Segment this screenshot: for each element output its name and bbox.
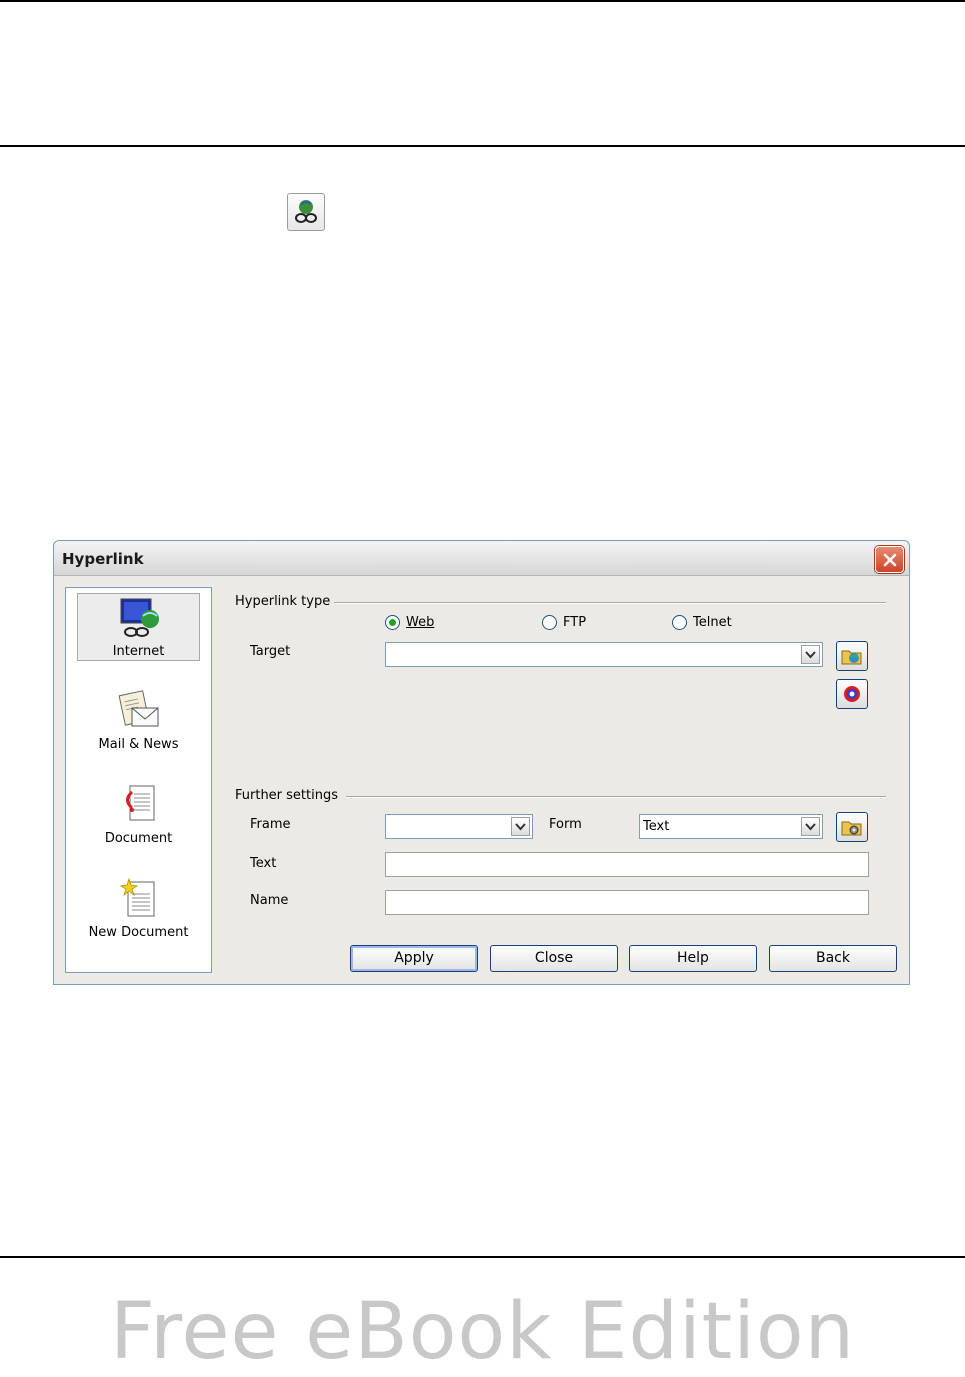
radio-circle bbox=[672, 615, 687, 630]
frame-label: Frame bbox=[250, 817, 291, 832]
radio-label: Telnet bbox=[693, 615, 732, 630]
hyperlink-type-heading: Hyperlink type bbox=[235, 594, 331, 609]
hyperlink-toolbar-icon[interactable] bbox=[287, 193, 325, 231]
category-mail-news[interactable]: Mail & News bbox=[77, 687, 200, 755]
folder-globe-icon bbox=[841, 650, 862, 665]
target-combobox[interactable] bbox=[385, 642, 823, 667]
section-divider bbox=[334, 602, 886, 604]
chevron-down-icon[interactable] bbox=[801, 817, 820, 836]
header-rule bbox=[0, 145, 965, 147]
radio-telnet[interactable]: Telnet bbox=[672, 615, 732, 630]
dialog-title: Hyperlink bbox=[62, 550, 144, 568]
radio-ftp[interactable]: FTP bbox=[542, 615, 586, 630]
open-file-button[interactable] bbox=[836, 641, 868, 671]
dialog-titlebar: Hyperlink bbox=[54, 541, 909, 576]
chevron-down-icon[interactable] bbox=[801, 645, 820, 664]
text-label: Text bbox=[250, 856, 277, 871]
close-button[interactable]: Close bbox=[490, 945, 618, 972]
form-value: Text bbox=[643, 819, 670, 834]
frame-combobox[interactable] bbox=[385, 814, 533, 839]
category-new-document[interactable]: New Document bbox=[77, 875, 200, 943]
target-icon bbox=[844, 686, 860, 702]
radio-label: FTP bbox=[563, 615, 587, 630]
help-button[interactable]: Help bbox=[629, 945, 757, 972]
section-divider bbox=[346, 796, 886, 798]
category-document[interactable]: Document bbox=[77, 781, 200, 849]
events-button[interactable] bbox=[836, 812, 868, 842]
name-label: Name bbox=[250, 893, 289, 908]
top-rule bbox=[0, 0, 965, 2]
watermark-text: Free eBook Edition bbox=[109, 1287, 856, 1377]
category-label: Mail & News bbox=[98, 737, 179, 752]
chevron-down-icon[interactable] bbox=[511, 817, 530, 836]
name-input[interactable] bbox=[385, 890, 869, 915]
radio-label: Web bbox=[406, 615, 435, 630]
category-label: New Document bbox=[88, 925, 189, 940]
radio-web[interactable]: Web bbox=[385, 615, 434, 630]
category-label: Document bbox=[104, 831, 173, 846]
target-in-document-button[interactable] bbox=[836, 679, 868, 709]
new-document-icon bbox=[119, 878, 155, 917]
text-input[interactable] bbox=[385, 852, 869, 877]
internet-icon bbox=[120, 598, 159, 637]
category-label: Internet bbox=[112, 644, 165, 659]
back-button[interactable]: Back bbox=[769, 945, 897, 972]
document-icon bbox=[126, 785, 155, 821]
form-label: Form bbox=[549, 817, 582, 832]
category-sidebar: Internet Mail & News Document New Docume… bbox=[65, 587, 212, 973]
radio-dot bbox=[389, 619, 396, 626]
apply-button[interactable]: Apply bbox=[350, 945, 478, 972]
mail-news-icon bbox=[118, 690, 159, 727]
further-settings-heading: Further settings bbox=[235, 788, 339, 803]
hyperlink-dialog: Hyperlink Internet Mail & News Document … bbox=[53, 540, 910, 985]
form-combobox[interactable]: Text bbox=[639, 814, 823, 839]
radio-circle bbox=[385, 615, 400, 630]
folder-gear-icon bbox=[841, 821, 862, 836]
radio-circle bbox=[542, 615, 557, 630]
category-internet[interactable]: Internet bbox=[77, 593, 200, 661]
footer-rule bbox=[0, 1256, 965, 1258]
target-label: Target bbox=[250, 644, 291, 659]
close-icon[interactable] bbox=[875, 546, 904, 573]
